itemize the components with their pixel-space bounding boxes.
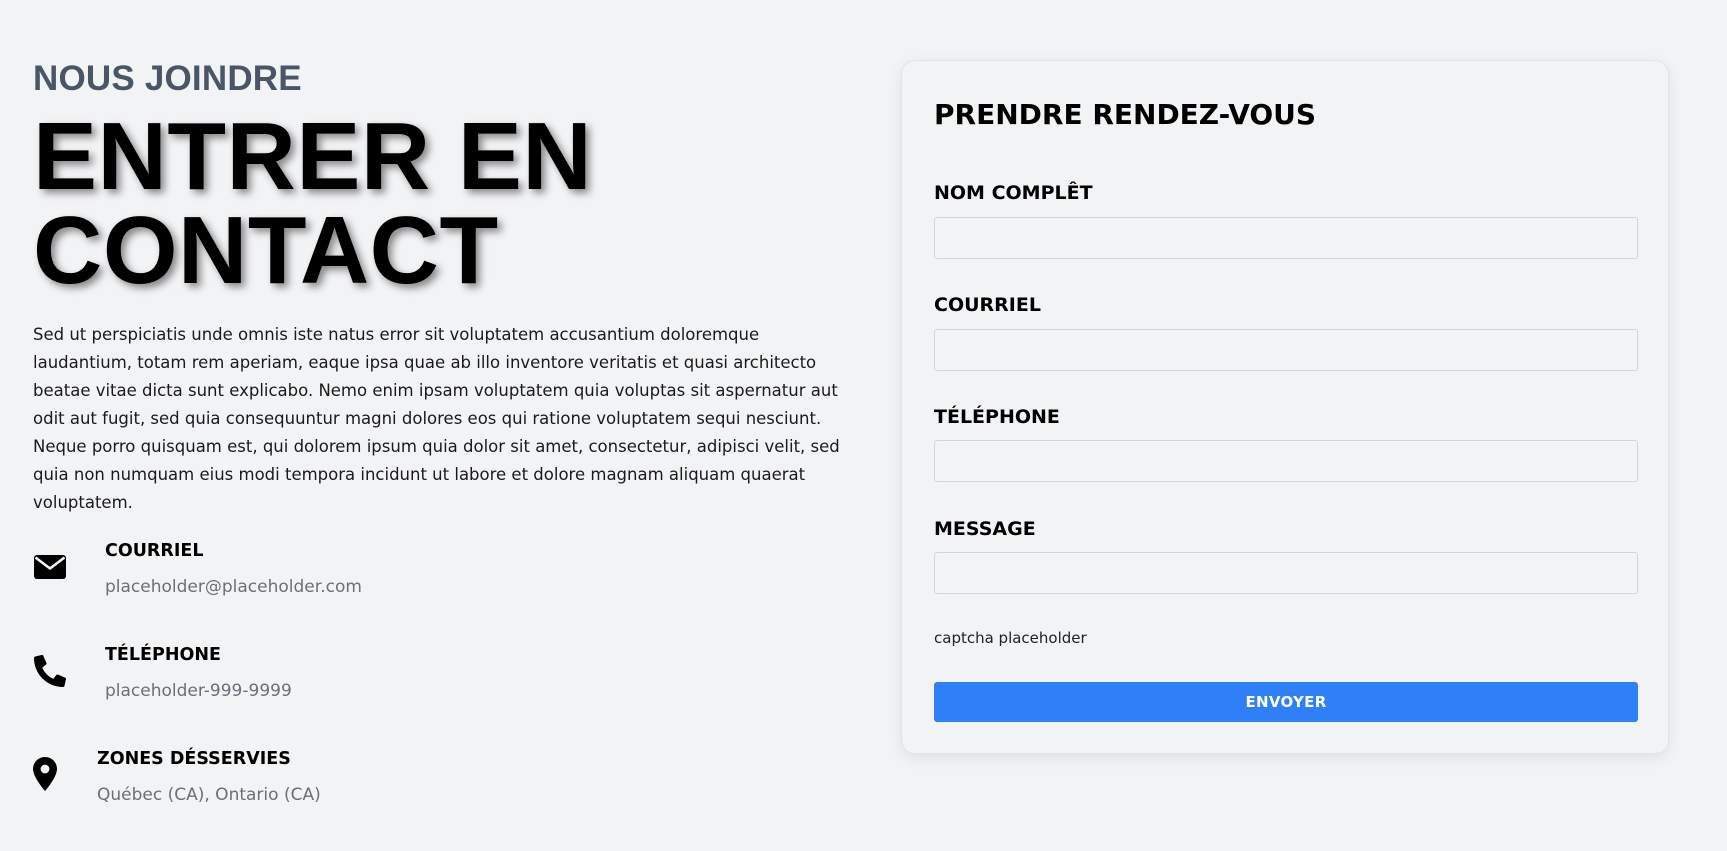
email-field-label: COURRIEL (934, 294, 1041, 316)
phone-field[interactable] (934, 440, 1638, 482)
message-field-label: MESSAGE (934, 518, 1036, 540)
phone-icon (33, 654, 67, 688)
contact-item-phone: TÉLÉPHONE placeholder-999-9999 (33, 643, 848, 747)
zones-text-group: ZONES DÉSSERVIES Québec (CA), Ontario (C… (97, 747, 321, 807)
contact-info-section: NOUS JOINDRE ENTRER EN CONTACT Sed ut pe… (33, 56, 848, 851)
phone-value: placeholder-999-9999 (105, 681, 292, 701)
zones-value: Québec (CA), Ontario (CA) (97, 785, 321, 805)
headline-line-2: CONTACT (33, 197, 499, 304)
email-text-group: COURRIEL placeholder@placeholder.com (105, 539, 362, 599)
contact-item-zones: ZONES DÉSSERVIES Québec (CA), Ontario (C… (33, 747, 848, 851)
zones-label: ZONES DÉSSERVIES (97, 749, 291, 769)
full-name-label: NOM COMPLÊT (934, 182, 1093, 204)
message-field[interactable] (934, 552, 1638, 594)
phone-label: TÉLÉPHONE (105, 645, 221, 665)
email-label: COURRIEL (105, 541, 204, 561)
appointment-form: PRENDRE RENDEZ-VOUS NOM COMPLÊT COURRIEL… (901, 60, 1669, 754)
contact-item-email: COURRIEL placeholder@placeholder.com (33, 539, 848, 643)
page-headline: ENTRER EN CONTACT (33, 109, 848, 299)
email-value: placeholder@placeholder.com (105, 577, 362, 597)
envelope-icon (33, 550, 67, 584)
section-eyebrow: NOUS JOINDRE (33, 59, 302, 98)
captcha-placeholder[interactable]: captcha placeholder (934, 628, 1087, 648)
phone-field-label: TÉLÉPHONE (934, 406, 1060, 428)
headline-line-1: ENTRER EN (33, 103, 593, 210)
full-name-input[interactable] (934, 217, 1638, 259)
form-title: PRENDRE RENDEZ-VOUS (934, 98, 1317, 131)
intro-paragraph: Sed ut perspiciatis unde omnis iste natu… (33, 325, 840, 512)
phone-text-group: TÉLÉPHONE placeholder-999-9999 (105, 643, 292, 703)
contact-list: COURRIEL placeholder@placeholder.com TÉL… (33, 539, 848, 851)
submit-button[interactable]: ENVOYER (934, 682, 1638, 722)
email-field[interactable] (934, 329, 1638, 371)
map-pin-icon (33, 757, 57, 791)
